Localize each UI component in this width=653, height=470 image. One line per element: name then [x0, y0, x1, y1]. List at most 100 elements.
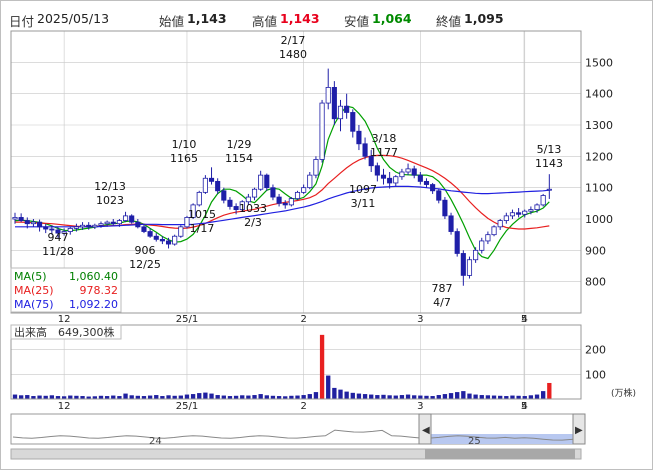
annotation-date: 11/28	[42, 245, 74, 258]
candle-body	[79, 224, 86, 228]
annotation-date: 1/29	[227, 138, 252, 151]
horizontal-scrollbar-thumb[interactable]	[425, 449, 575, 459]
price-tick-label: 1200	[585, 150, 613, 163]
candle-body	[221, 190, 227, 201]
candle-body	[276, 196, 282, 204]
candle-body	[528, 209, 534, 212]
volume-bar	[184, 394, 190, 399]
date-tick-label: 3	[417, 314, 423, 325]
volume-bar	[68, 395, 73, 399]
candle-body	[251, 188, 258, 198]
candle-body	[92, 224, 98, 228]
candle-body	[380, 174, 387, 179]
annotation-date: 12/13	[94, 180, 126, 193]
volume-bar	[442, 394, 448, 399]
candle-body	[165, 240, 172, 245]
candle-body	[135, 221, 141, 228]
volume-bar	[240, 395, 245, 399]
volume-bar	[307, 394, 312, 399]
date-tick-label: 2	[300, 401, 306, 412]
volume-bar	[37, 395, 42, 399]
annotation-date: 12/25	[129, 258, 161, 271]
candle-body	[491, 226, 497, 236]
volume-bar	[252, 395, 257, 399]
volume-bar	[399, 395, 405, 399]
volume-bar	[190, 394, 196, 399]
volume-bar	[25, 395, 30, 399]
candle-body	[516, 212, 522, 215]
date-tick-label: 25/1	[176, 401, 198, 412]
volume-bar	[344, 391, 349, 399]
candle-body	[479, 240, 485, 251]
candle-body	[49, 228, 55, 231]
volume-tick-label: 100	[585, 368, 606, 381]
candle-body	[110, 221, 116, 225]
volume-bar	[166, 395, 171, 399]
volume-tick-label: 200	[585, 344, 606, 357]
candle-body	[393, 176, 399, 184]
volume-bar	[221, 395, 226, 399]
annotation-date: 3/11	[351, 197, 376, 210]
candle-body	[208, 177, 215, 182]
date-tick-label: 12	[58, 401, 71, 412]
volume-bar	[129, 395, 134, 399]
navigator-year-24: 24	[149, 436, 162, 447]
annotation-date: 3/18	[372, 132, 397, 145]
volume-value: 649,300株	[58, 325, 115, 339]
candle-body	[399, 171, 405, 178]
navigator[interactable]: 24 25 ◀ ▶	[10, 413, 586, 460]
volume-bar	[197, 393, 202, 399]
volume-bar	[510, 395, 515, 399]
candle-body	[172, 235, 178, 245]
candlestick-chart: 800 900 1000 1100 1200 1300 1400 1500 100 200 12 1…	[10, 30, 636, 460]
candle-body	[405, 168, 411, 173]
annotation-price: 1023	[96, 194, 124, 207]
legend-ma25-value: 978.32	[80, 284, 119, 297]
candle-body	[270, 187, 276, 198]
axes	[10, 30, 582, 400]
chart-frame: 日付 2025/05/13 始値 1,143 高値 1,143 安値 1,064…	[0, 0, 653, 470]
annotation-price: 1015	[188, 208, 216, 221]
chevron-right-icon[interactable]: ▶	[575, 425, 583, 436]
candle-body	[436, 190, 442, 201]
candle-body	[258, 174, 264, 190]
chevron-left-icon[interactable]: ◀	[422, 425, 430, 436]
candle-body	[466, 259, 473, 276]
candle-body	[104, 221, 110, 225]
volume-bar	[381, 394, 386, 399]
volume-bar	[479, 395, 484, 399]
candle-body	[546, 188, 552, 191]
annotation-price: 787	[432, 282, 453, 295]
candle-body	[319, 102, 325, 160]
candle-body	[73, 226, 79, 229]
annotation-price: 906	[135, 244, 156, 257]
candle-body	[129, 215, 135, 223]
volume-bar	[264, 395, 269, 399]
volume-bar	[209, 393, 214, 399]
volume-legend: 出来高 649,300株	[10, 324, 122, 340]
candle-body	[454, 231, 460, 254]
candle-body	[411, 168, 417, 176]
candle-body	[196, 191, 202, 206]
legend-ma25-name: MA(25)	[14, 284, 54, 297]
candle-body	[331, 87, 337, 120]
candle-body	[497, 220, 503, 228]
volume-bar	[12, 394, 18, 399]
volume-bar	[215, 395, 220, 399]
candle-body	[344, 105, 350, 113]
annotation-date: 5/13	[537, 143, 562, 156]
volume-bar	[154, 395, 159, 399]
price-tick-label: 1100	[585, 182, 613, 195]
candle-body	[387, 177, 393, 184]
volume-bar	[436, 395, 441, 399]
candle-body	[473, 249, 479, 261]
volume-bar	[319, 334, 325, 399]
volume-bar	[448, 393, 454, 399]
candle-body	[153, 235, 159, 240]
legend-ma75-value: 1,092.20	[69, 298, 118, 311]
date-tick-label: 5	[521, 401, 527, 412]
candle-body	[43, 226, 49, 230]
candle-body	[540, 195, 546, 206]
volume-label: 出来高	[14, 325, 47, 339]
volume-bar	[178, 395, 183, 399]
